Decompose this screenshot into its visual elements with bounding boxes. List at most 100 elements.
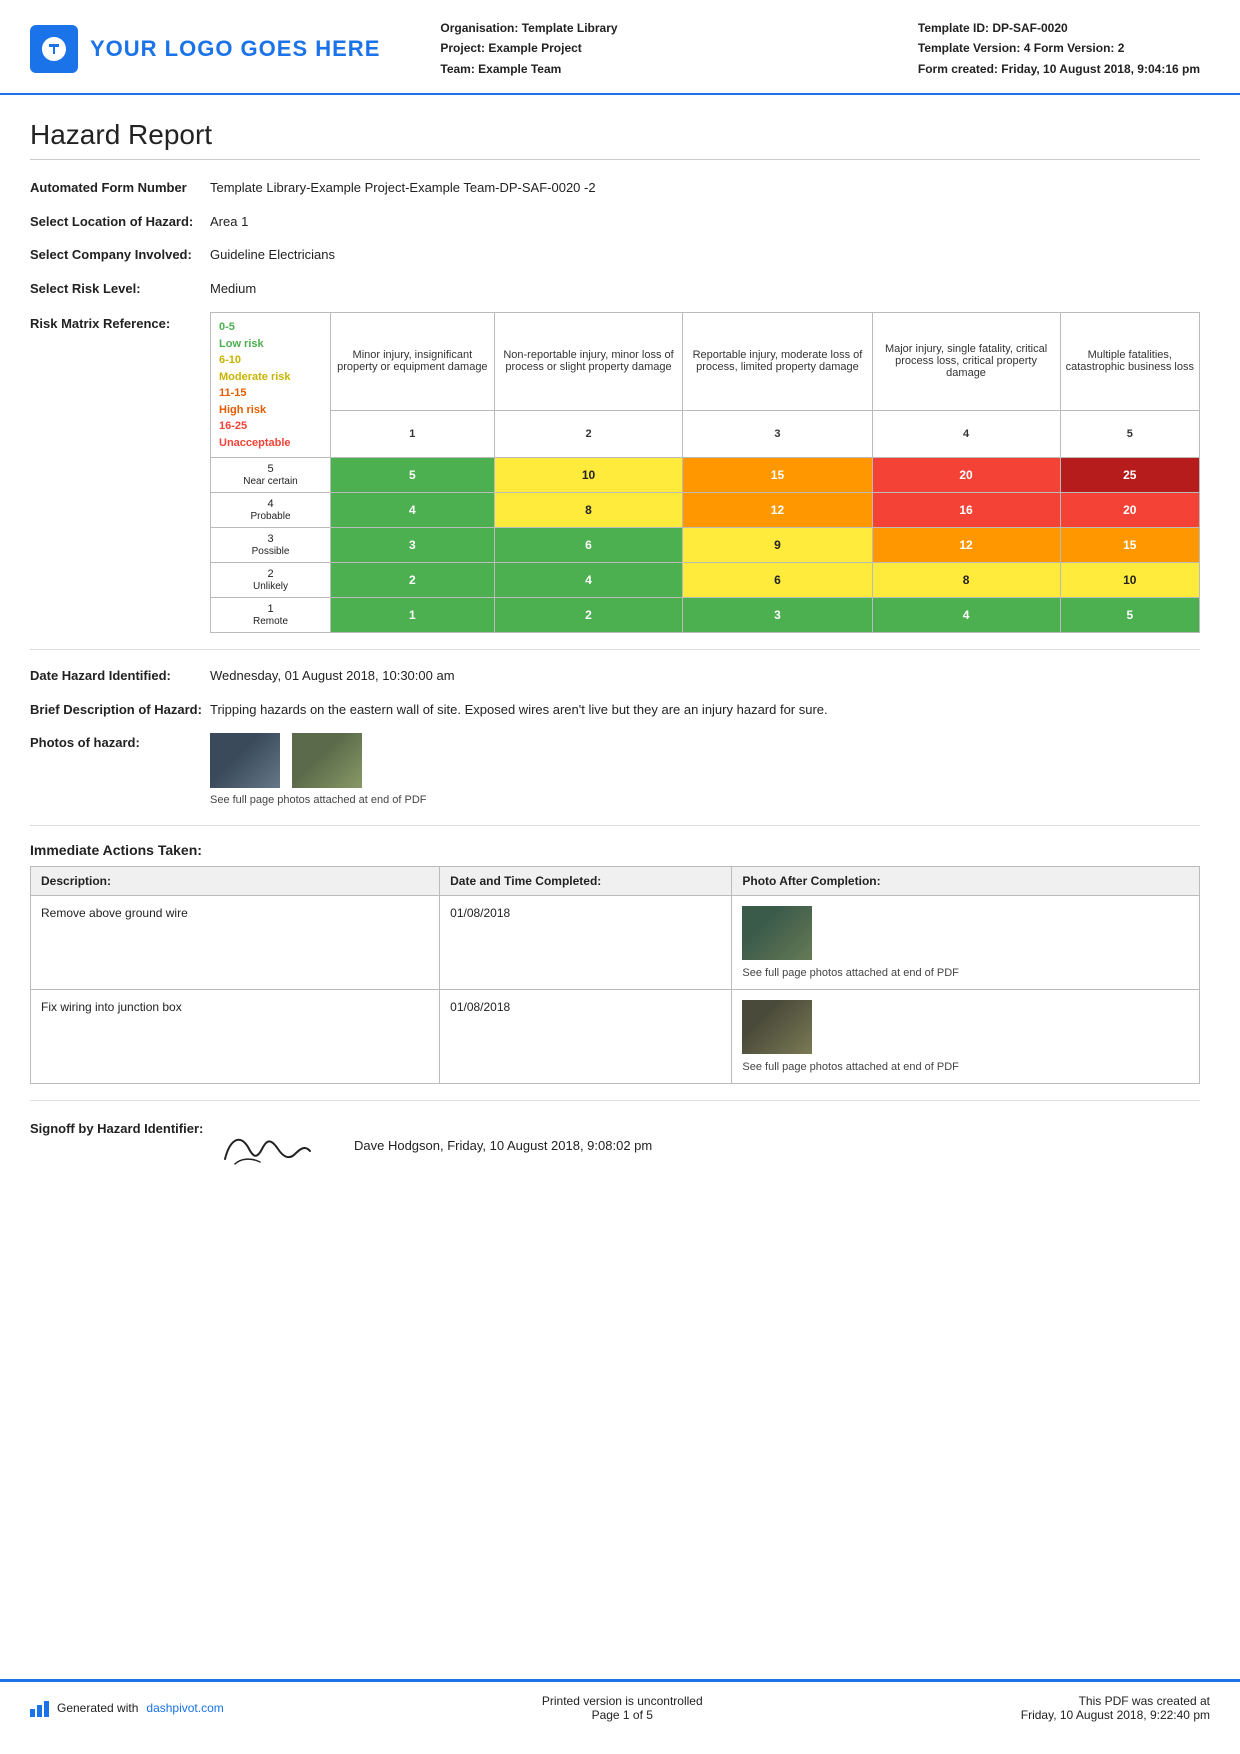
team-label: Team: (440, 62, 474, 76)
risk-matrix-wrap: 0-5Low risk 6-10Moderate risk 11-15High … (210, 312, 1200, 633)
divider-1 (30, 649, 1200, 650)
footer-right: This PDF was created at Friday, 10 Augus… (1021, 1694, 1210, 1722)
org-label: Organisation: (440, 21, 518, 35)
action-description: Remove above ground wire (31, 895, 440, 989)
logo-icon (30, 25, 78, 73)
col-description: Description: (31, 866, 440, 895)
header-meta: Organisation: Template Library Project: … (440, 18, 918, 79)
risk-cell: 3 (683, 598, 872, 633)
footer-generated: Generated with (57, 1701, 138, 1715)
action-photo-cell: See full page photos attached at end of … (732, 895, 1200, 989)
divider-2 (30, 825, 1200, 826)
form-number-row: Automated Form Number Template Library-E… (30, 178, 1200, 198)
action-photo-cell: See full page photos attached at end of … (732, 989, 1200, 1083)
risk-cell: 8 (872, 563, 1060, 598)
date-hazard-value: Wednesday, 01 August 2018, 10:30:00 am (210, 666, 1200, 686)
col-date: Date and Time Completed: (440, 866, 732, 895)
risk-cell: 4 (872, 598, 1060, 633)
col-photo: Photo After Completion: (732, 866, 1200, 895)
risk-level-value: Medium (210, 279, 1200, 299)
action-date: 01/08/2018 (440, 895, 732, 989)
signoff-content: Dave Hodgson, Friday, 10 August 2018, 9:… (210, 1119, 652, 1174)
photos-label: Photos of hazard: (30, 733, 210, 809)
legend-text: 0-5Low risk 6-10Moderate risk 11-15High … (219, 319, 322, 451)
form-number-value: Template Library-Example Project-Example… (210, 178, 1200, 198)
risk-matrix-table: 0-5Low risk 6-10Moderate risk 11-15High … (210, 312, 1200, 633)
divider-3 (30, 1100, 1200, 1101)
risk-cell: 25 (1060, 458, 1199, 493)
signoff-value: Dave Hodgson, Friday, 10 August 2018, 9:… (354, 1136, 652, 1156)
company-value: Guideline Electricians (210, 245, 1200, 265)
description-row: Brief Description of Hazard: Tripping ha… (30, 700, 1200, 720)
photos-row: Photos of hazard: See full page photos a… (30, 733, 1200, 809)
risk-cell: 20 (872, 458, 1060, 493)
risk-level-row: Select Risk Level: Medium (30, 279, 1200, 299)
footer-center: Printed version is uncontrolled Page 1 o… (542, 1694, 703, 1722)
bar-chart-icon (30, 1699, 49, 1717)
description-value: Tripping hazards on the eastern wall of … (210, 700, 1200, 720)
table-row: Remove above ground wire01/08/2018 See f… (31, 895, 1200, 989)
signature-box (210, 1119, 330, 1174)
location-row: Select Location of Hazard: Area 1 (30, 212, 1200, 232)
form-created-value: Friday, 10 August 2018, 9:04:16 pm (1001, 62, 1200, 76)
signature-svg (210, 1119, 330, 1174)
main-content: Hazard Report Automated Form Number Temp… (0, 95, 1240, 1194)
company-label: Select Company Involved: (30, 245, 210, 265)
risk-cell: 1 (331, 598, 495, 633)
template-version-label: Template Version: (918, 41, 1020, 55)
date-hazard-row: Date Hazard Identified: Wednesday, 01 Au… (30, 666, 1200, 686)
logo-text: YOUR LOGO GOES HERE (90, 36, 380, 62)
date-hazard-label: Date Hazard Identified: (30, 666, 210, 686)
footer-pdf-text: This PDF was created at (1021, 1694, 1210, 1708)
risk-cell: 16 (872, 493, 1060, 528)
risk-cell: 15 (683, 458, 872, 493)
risk-cell: 6 (494, 528, 683, 563)
form-version-label: Form Version: (1034, 41, 1115, 55)
template-version-value: 4 (1024, 41, 1031, 55)
risk-cell: 15 (1060, 528, 1199, 563)
photos-note: See full page photos attached at end of … (210, 792, 1200, 809)
risk-cell: 12 (683, 493, 872, 528)
footer-page-number: Page 1 of 5 (542, 1708, 703, 1722)
photos-value: See full page photos attached at end of … (210, 733, 1200, 809)
risk-cell: 2 (494, 598, 683, 633)
actions-table: Description: Date and Time Completed: Ph… (30, 866, 1200, 1084)
footer-uncontrolled: Printed version is uncontrolled (542, 1694, 703, 1708)
risk-cell: 10 (1060, 563, 1199, 598)
location-label: Select Location of Hazard: (30, 212, 210, 232)
footer-link[interactable]: dashpivot.com (146, 1701, 223, 1715)
risk-cell: 6 (683, 563, 872, 598)
risk-cell: 12 (872, 528, 1060, 563)
risk-cell: 10 (494, 458, 683, 493)
page-header: YOUR LOGO GOES HERE Organisation: Templa… (0, 0, 1240, 95)
risk-cell: 3 (331, 528, 495, 563)
photo-thumb-2 (292, 733, 362, 788)
risk-cell: 9 (683, 528, 872, 563)
form-version-value: 2 (1118, 41, 1125, 55)
risk-cell: 5 (331, 458, 495, 493)
action-description: Fix wiring into junction box (31, 989, 440, 1083)
org-value: Template Library (522, 21, 618, 35)
footer-left: Generated with dashpivot.com (30, 1699, 224, 1717)
report-title: Hazard Report (30, 119, 1200, 160)
table-row: Fix wiring into junction box01/08/2018 S… (31, 989, 1200, 1083)
template-id-value: DP-SAF-0020 (992, 21, 1067, 35)
page-footer: Generated with dashpivot.com Printed ver… (0, 1679, 1240, 1734)
project-label: Project: (440, 41, 485, 55)
risk-matrix-section: Risk Matrix Reference: 0-5Low risk 6-10M… (30, 312, 1200, 633)
header-right: Template ID: DP-SAF-0020 Template Versio… (918, 18, 1200, 79)
risk-matrix-label: Risk Matrix Reference: (30, 312, 210, 633)
footer-pdf-date: Friday, 10 August 2018, 9:22:40 pm (1021, 1708, 1210, 1722)
risk-cell: 5 (1060, 598, 1199, 633)
company-row: Select Company Involved: Guideline Elect… (30, 245, 1200, 265)
form-number-label: Automated Form Number (30, 178, 210, 198)
signoff-label: Signoff by Hazard Identifier: (30, 1119, 210, 1139)
risk-cell: 2 (331, 563, 495, 598)
risk-level-label: Select Risk Level: (30, 279, 210, 299)
project-value: Example Project (488, 41, 581, 55)
risk-cell: 4 (494, 563, 683, 598)
form-created-label: Form created: (918, 62, 998, 76)
template-id-label: Template ID: (918, 21, 989, 35)
actions-title: Immediate Actions Taken: (30, 842, 1200, 858)
description-label: Brief Description of Hazard: (30, 700, 210, 720)
